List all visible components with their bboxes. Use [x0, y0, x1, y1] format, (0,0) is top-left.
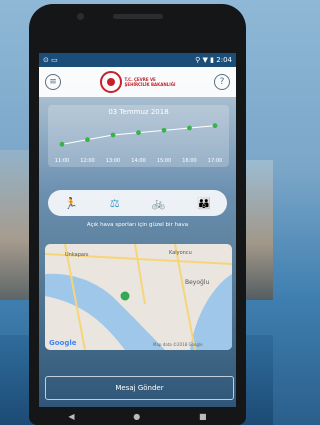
chart-point [212, 123, 218, 129]
phone-frame: ⊙ ▭ ⚲ ▼ ▮ 2:04 ≡ T.C. ÇEVRE VE ŞEHİRCİLİ… [29, 4, 246, 425]
chart-date: 03 Temmuz 2018 [108, 108, 169, 116]
running-icon[interactable]: 🏃 [64, 197, 78, 210]
ministry-logo: T.C. ÇEVRE VE ŞEHİRCİLİK BAKANLIĞI [99, 71, 176, 93]
status-right: ⚲ ▼ ▮ 2:04 [195, 56, 232, 64]
speaker-grille [113, 14, 163, 19]
chart-point [59, 141, 65, 147]
air-quality-chart: 03 Temmuz 2018 11:00 12:00 13:00 14:00 15:00… [48, 105, 229, 167]
chart-time-label: 13:00 [106, 158, 120, 164]
send-message-button[interactable]: Mesaj Gönder [45, 376, 234, 400]
app-screen: ⊙ ▭ ⚲ ▼ ▮ 2:04 ≡ T.C. ÇEVRE VE ŞEHİRCİLİ… [39, 53, 236, 407]
chart-point [161, 127, 167, 133]
gym-icon[interactable]: ⚖ [110, 197, 120, 210]
map-view[interactable]: Unkapanı Kalyoncu Beyoğlu Google Map dat… [45, 244, 232, 350]
menu-icon[interactable]: ≡ [45, 74, 61, 90]
status-bar: ⊙ ▭ ⚲ ▼ ▮ 2:04 [39, 53, 236, 67]
chart-point [85, 137, 90, 143]
recents-icon[interactable]: ■ [199, 412, 207, 421]
weather-message: Açık hava sporları için güzel bir hava [86, 222, 189, 228]
location-icon: ⚲ [195, 56, 201, 64]
chart-time-label: 16:00 [182, 158, 196, 164]
chart-time-label: 11:00 [55, 158, 69, 164]
chart-point [110, 132, 116, 138]
chart-time-label: 17:00 [208, 158, 222, 164]
clock: 2:04 [216, 56, 232, 64]
chart-time-label: 14:00 [131, 158, 145, 164]
family-icon[interactable]: 👪 [197, 197, 211, 210]
activity-bar: 🏃 ⚖ 🚲 👪 [48, 190, 227, 216]
chart-time-label: 15:00 [157, 158, 171, 164]
map-attribution: Map data ©2018 Google [153, 342, 203, 347]
map-label-beyoglu: Beyoğlu [185, 279, 210, 286]
front-camera [77, 13, 84, 20]
wifi-icon: ▼ [202, 56, 208, 64]
chart-time-label: 12:00 [80, 158, 94, 164]
map-label-unkapani: Unkapanı [65, 252, 89, 258]
battery-icon: ▮ [210, 56, 215, 64]
map-svg: Unkapanı Kalyoncu Beyoğlu Google Map dat… [45, 244, 232, 350]
map-label-kalyoncu: Kalyoncu [169, 250, 192, 256]
chart-point [187, 125, 192, 131]
seal-icon [99, 71, 122, 93]
map-pin-icon[interactable] [120, 291, 130, 301]
google-logo: Google [49, 339, 77, 347]
notification-icons: ⊙ ▭ [43, 56, 58, 64]
android-nav-bar: ◀ ● ■ [39, 407, 236, 425]
logo-text-2: ŞEHİRCİLİK BAKANLIĞI [124, 82, 176, 87]
back-icon[interactable]: ◀ [68, 412, 74, 421]
chart-point [136, 130, 141, 136]
home-icon[interactable]: ● [133, 412, 140, 421]
cycling-icon[interactable]: 🚲 [152, 197, 166, 210]
app-header: ≡ T.C. ÇEVRE VE ŞEHİRCİLİK BAKANLIĞI ? [39, 67, 236, 97]
help-button[interactable]: ? [213, 74, 230, 90]
